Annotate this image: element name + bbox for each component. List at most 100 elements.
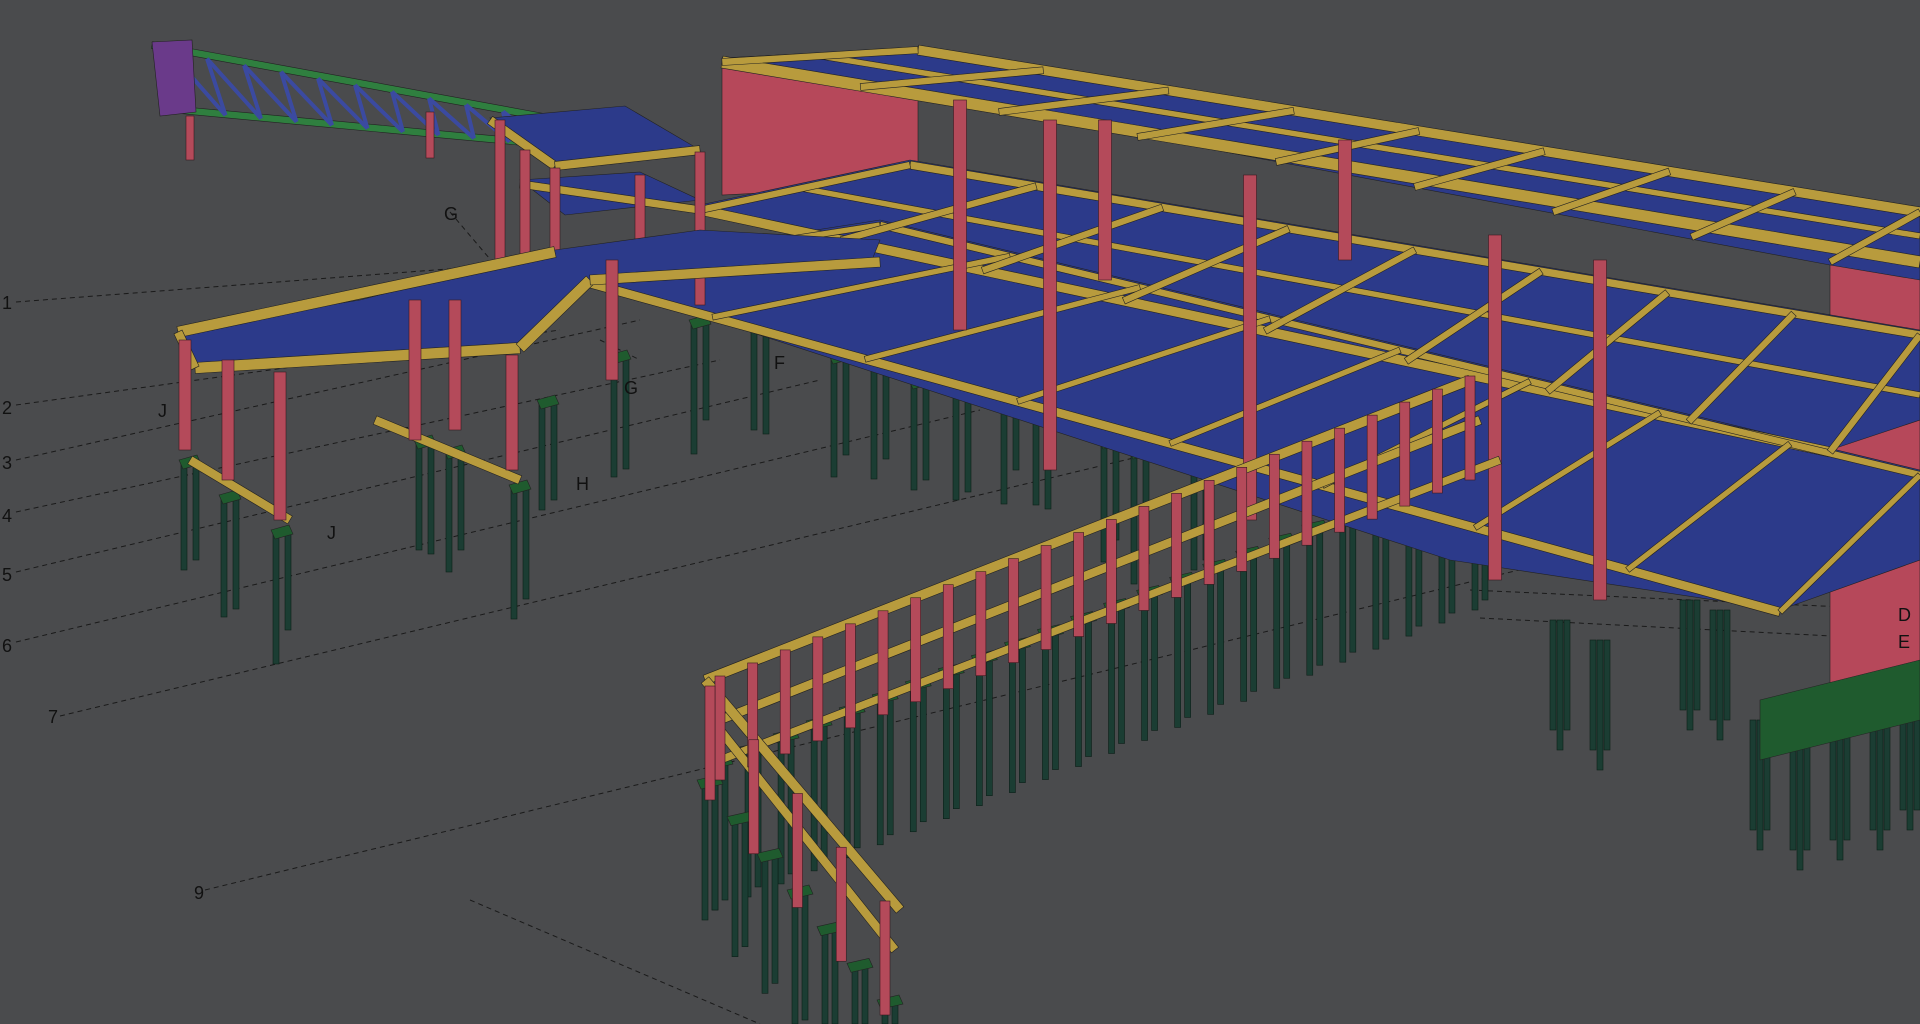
pile <box>721 759 729 901</box>
pile <box>1716 609 1724 741</box>
pile <box>690 319 698 455</box>
pile <box>1075 616 1082 767</box>
pile <box>1789 739 1797 851</box>
pile <box>1589 639 1597 751</box>
column <box>1432 388 1443 494</box>
pile <box>1803 739 1811 851</box>
pile <box>445 449 453 573</box>
pile <box>1549 619 1557 731</box>
pile <box>702 319 710 421</box>
gridline-label-g-upper: G <box>444 204 459 224</box>
pile <box>1009 642 1016 793</box>
pile <box>1174 577 1181 728</box>
column <box>1171 493 1182 598</box>
column <box>1464 375 1476 481</box>
pile <box>1679 599 1687 711</box>
pile <box>843 707 851 859</box>
column <box>425 111 435 159</box>
pile <box>1829 729 1837 841</box>
gridline-label-g-lower: G <box>624 378 639 398</box>
pile <box>1108 603 1115 754</box>
column <box>1593 259 1607 601</box>
pile <box>1250 551 1257 692</box>
pile <box>1118 603 1125 744</box>
pile <box>851 963 859 1024</box>
pile <box>771 853 779 984</box>
pile <box>791 889 799 1024</box>
gridline-label-j-lower: J <box>327 523 336 543</box>
pile <box>538 399 546 511</box>
pile <box>272 529 280 665</box>
column <box>792 793 803 908</box>
pile <box>1273 537 1281 689</box>
pile <box>853 707 861 849</box>
pile <box>1052 629 1059 770</box>
pile <box>1876 719 1884 851</box>
column <box>273 371 287 521</box>
structural-3d-model[interactable] <box>0 0 1920 1024</box>
column <box>1203 480 1215 585</box>
pile-cap <box>846 957 874 973</box>
model-viewport[interactable]: 1 2 3 4 5 6 7 9 G G F H J J D E <box>0 0 1920 1024</box>
pile <box>943 668 950 819</box>
pile <box>1836 729 1844 861</box>
pile <box>1316 524 1324 666</box>
pile <box>457 449 465 551</box>
grid-line <box>469 899 761 1024</box>
column <box>1399 401 1411 507</box>
column <box>877 610 889 716</box>
pile <box>1563 619 1571 731</box>
pile <box>1217 564 1224 705</box>
pile <box>1339 511 1347 663</box>
pile <box>1349 511 1357 653</box>
pile <box>1693 599 1701 711</box>
column <box>1040 545 1052 650</box>
gridline-label-5: 5 <box>2 565 13 585</box>
column <box>1098 119 1112 281</box>
gridline-label-d: D <box>1898 605 1911 625</box>
pile <box>1796 739 1804 871</box>
column <box>448 299 462 431</box>
pile <box>622 354 630 470</box>
pile <box>427 439 435 555</box>
gridline-label-9: 9 <box>194 883 205 903</box>
gridline-label-e: E <box>1898 632 1911 652</box>
pile <box>910 379 918 491</box>
column <box>494 119 506 281</box>
column <box>1366 414 1378 520</box>
pile <box>1843 729 1851 841</box>
pile <box>876 694 884 846</box>
column <box>779 649 791 755</box>
pile <box>1709 609 1717 721</box>
column <box>1008 558 1019 663</box>
pile <box>986 655 993 796</box>
gridline-label-1: 1 <box>2 293 13 313</box>
column <box>1269 453 1280 559</box>
pile <box>510 484 518 620</box>
pile <box>1869 719 1877 831</box>
pile <box>1240 551 1247 702</box>
gridline-label-h: H <box>576 474 589 494</box>
pile <box>821 926 829 1024</box>
pile <box>1556 619 1564 751</box>
pile <box>919 681 927 823</box>
column <box>714 675 726 781</box>
column <box>835 846 847 962</box>
pile <box>550 399 558 501</box>
pile <box>1141 590 1148 741</box>
gridline-label-6: 6 <box>2 636 13 656</box>
pile <box>886 694 894 836</box>
pile <box>192 459 200 561</box>
pile <box>1207 564 1214 715</box>
pile <box>842 354 850 456</box>
column <box>1106 519 1117 624</box>
pile <box>741 816 749 947</box>
pile <box>701 779 709 921</box>
gridline-label-4: 4 <box>2 506 13 526</box>
truss-end-frame <box>151 39 197 117</box>
pile <box>1749 719 1757 831</box>
column <box>185 115 195 161</box>
column <box>953 99 967 331</box>
pile <box>1306 524 1314 676</box>
pile <box>801 889 809 1021</box>
